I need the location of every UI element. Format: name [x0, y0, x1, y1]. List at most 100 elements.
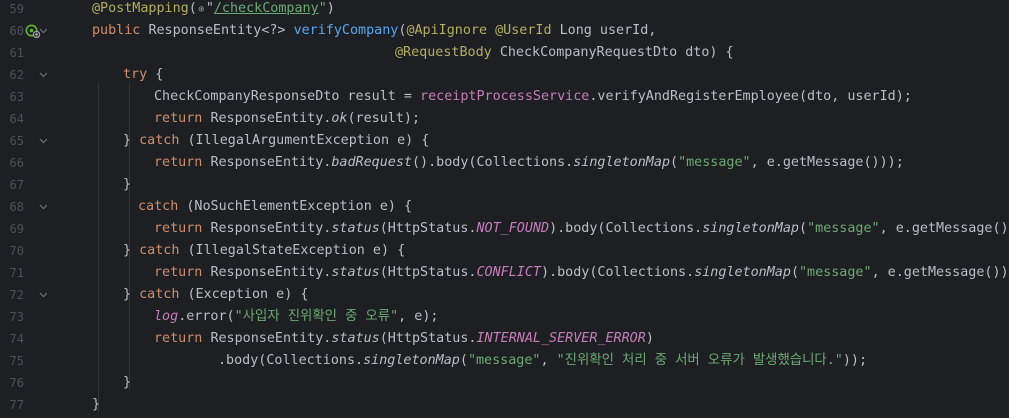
code-token: NOT_FOUND [476, 221, 550, 236]
code-token: ) [326, 1, 335, 16]
code-line[interactable]: CheckCompanyResponseDto result = receipt… [154, 86, 912, 108]
code-editor[interactable]: 59 60 61 62 63 64 65 66 67 68 69 70 71 72 73 74 75 76 77 @… [0, 0, 1009, 418]
code-token: catch [139, 287, 188, 302]
line-number: 64 [9, 112, 24, 126]
line-number: 62 [9, 68, 24, 82]
code-token: CheckCompanyResponseDto result = [154, 89, 421, 104]
code-token: ( [670, 155, 679, 170]
code-token: return [154, 111, 211, 126]
line-number: 72 [9, 288, 24, 302]
editor-gutter: 59 60 61 62 63 64 65 66 67 68 69 70 71 72 73 74 75 76 77 [0, 0, 58, 418]
code-token: } [123, 133, 140, 148]
endpoint-path-link[interactable]: /checkCompany [214, 1, 319, 16]
code-line[interactable]: } [123, 174, 131, 196]
code-token: return [154, 221, 211, 236]
code-token: "진위확인 처리 중 서버 오류가 발생했습니다." [556, 353, 843, 368]
code-line[interactable]: catch (NoSuchElementException e) { [138, 196, 412, 218]
code-line[interactable]: } catch (Exception e) { [123, 284, 308, 306]
fold-chevron-icon[interactable] [38, 130, 50, 152]
code-line[interactable]: return ResponseEntity.ok(result); [154, 108, 420, 130]
line-number: 67 [9, 178, 24, 192]
code-token: { [155, 67, 164, 82]
line-number: 66 [9, 156, 24, 170]
code-line[interactable]: return ResponseEntity.status(HttpStatus.… [154, 218, 1009, 240]
code-token: (HttpStatus. [379, 331, 477, 346]
code-token: ResponseEntity. [210, 111, 332, 126]
code-line[interactable]: try { [123, 64, 163, 86]
code-token: (IllegalStateException e) { [187, 243, 406, 258]
code-token: } [123, 243, 140, 258]
code-token: Long userId, [559, 23, 657, 38]
code-token: status [331, 265, 380, 280]
code-token: " [318, 1, 327, 16]
code-token: singletonMap [702, 221, 799, 236]
globe-icon[interactable]: ⊕ [197, 0, 206, 21]
code-token: ResponseEntity. [210, 331, 332, 346]
code-token: , e.getMessage())); [879, 221, 1009, 236]
code-token: @ApiIgnore @UserId [406, 23, 560, 38]
code-token: , e.getMessage())); [750, 155, 904, 170]
code-token: ResponseEntity. [210, 265, 332, 280]
code-token: singletonMap [573, 155, 670, 170]
code-token: } [123, 287, 140, 302]
code-token: )); [842, 353, 868, 368]
code-token: (HttpStatus. [379, 221, 477, 236]
code-token: ( [188, 1, 197, 16]
fold-chevron-icon[interactable] [38, 196, 50, 218]
code-line[interactable]: @PostMapping(⊕"/checkCompany") [92, 0, 335, 20]
code-token: , e); [398, 309, 439, 324]
code-token: verifyCompany [293, 23, 399, 38]
fold-chevron-icon[interactable] [38, 64, 50, 86]
line-number: 59 [9, 2, 24, 16]
code-token: .body(Collections. [218, 353, 364, 368]
code-token: .verifyAndRegisterEmployee(dto, userId); [589, 89, 912, 104]
line-number: 60 [9, 24, 24, 38]
code-token: (NoSuchElementException e) { [186, 199, 413, 214]
line-number: 74 [9, 332, 24, 346]
code-token: receiptProcessService [420, 89, 590, 104]
line-number: 63 [9, 90, 24, 104]
line-number: 71 [9, 266, 24, 280]
fold-chevron-icon[interactable] [38, 284, 50, 306]
code-token: ).body(Collections. [541, 265, 695, 280]
code-line[interactable]: log.error("사입자 진위확인 중 오류", e); [154, 306, 438, 328]
code-token: ResponseEntity. [210, 221, 332, 236]
code-line[interactable]: @RequestBody CheckCompanyRequestDto dto)… [395, 42, 734, 64]
code-token: "message" [678, 155, 751, 170]
code-line[interactable]: } [123, 372, 131, 394]
code-token: status [331, 221, 380, 236]
code-line[interactable]: .body(Collections.singletonMap("message"… [218, 350, 867, 372]
code-line[interactable]: return ResponseEntity.badRequest().body(… [154, 152, 904, 174]
code-token: log [154, 309, 179, 324]
code-token: catch [139, 243, 188, 258]
code-line[interactable]: public ResponseEntity<?> verifyCompany(@… [92, 20, 656, 42]
line-number: 61 [9, 46, 24, 60]
code-token: (HttpStatus. [379, 265, 477, 280]
code-token: ok [331, 111, 348, 126]
code-token: , e.getMessage())); [871, 265, 1009, 280]
code-token: @PostMapping [92, 1, 189, 16]
code-line[interactable]: } catch (IllegalArgumentException e) { [123, 130, 429, 152]
fold-chevron-icon[interactable] [38, 20, 50, 42]
code-token: public [92, 23, 149, 38]
code-token: " [205, 1, 214, 16]
indent-guide [129, 82, 130, 390]
code-token: singletonMap [363, 353, 460, 368]
code-token: "message" [467, 353, 541, 368]
code-token: } [123, 375, 132, 390]
code-line[interactable]: } [92, 394, 100, 416]
code-token: ().body(Collections. [412, 155, 574, 170]
code-area[interactable]: @PostMapping(⊕"/checkCompany") public Res… [58, 0, 1009, 418]
code-token: status [331, 331, 380, 346]
code-line[interactable]: return ResponseEntity.status(HttpStatus.… [154, 328, 654, 350]
code-token: .error( [178, 309, 235, 324]
code-token: ( [459, 353, 468, 368]
code-token: return [154, 265, 211, 280]
code-line[interactable]: } catch (IllegalStateException e) { [123, 240, 405, 262]
code-token: } [123, 177, 132, 192]
code-line[interactable]: return ResponseEntity.status(HttpStatus.… [154, 262, 1009, 284]
code-token: ( [799, 221, 808, 236]
line-number: 68 [9, 200, 24, 214]
code-token: ) [645, 331, 654, 346]
line-number: 73 [9, 310, 24, 324]
